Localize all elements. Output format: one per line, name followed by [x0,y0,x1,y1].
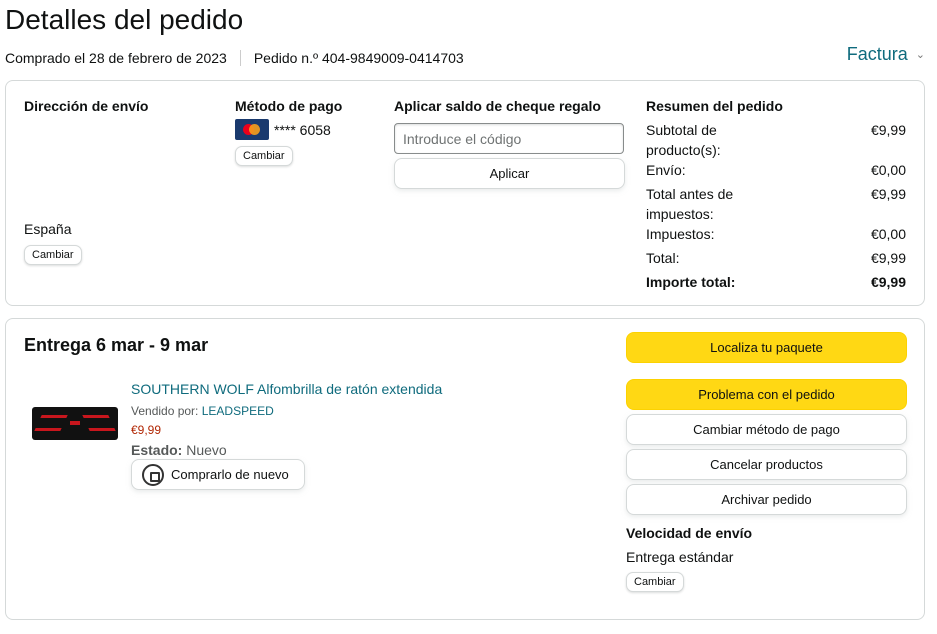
summary-label: Total: [646,250,680,266]
card-digits: **** 6058 [274,121,331,138]
shipping-speed-value: Entrega estándar [626,549,734,565]
archive-order-button[interactable]: Archivar pedido [626,484,907,515]
change-payment-method-button[interactable]: Cambiar método de pago [626,414,907,445]
summary-value: €9,99 [870,122,906,138]
cancel-items-button[interactable]: Cancelar productos [626,449,907,480]
gift-code-input[interactable] [394,123,624,154]
track-package-button[interactable]: Localiza tu paquete [626,332,907,363]
invoice-dropdown[interactable]: Factura ⌄ [847,44,925,65]
change-speed-button[interactable]: Cambiar [626,572,684,592]
payment-header: Método de pago [235,98,343,114]
product-image[interactable] [32,407,118,440]
summary-value: €9,99 [870,274,906,290]
summary-row: Total antes de impuestos: €9,99 [646,184,906,224]
condition-value: Nuevo [186,442,227,458]
order-problem-button[interactable]: Problema con el pedido [626,379,907,410]
shipping-country: España [24,221,72,237]
shipping-header: Dirección de envío [24,98,149,114]
summary-header: Resumen del pedido [646,98,783,114]
divider [239,50,241,66]
change-payment-button[interactable]: Cambiar [235,146,293,166]
summary-value: €0,00 [870,162,906,178]
order-number: Pedido n.º 404-9849009-0414703 [253,50,464,66]
seller-link[interactable]: LEADSPEED [202,404,274,418]
summary-label: Envío: [646,162,686,178]
summary-label: Subtotal de producto(s): [646,122,721,158]
summary-row: Envío: €0,00 [646,160,906,180]
delivery-title: Entrega 6 mar - 9 mar [24,335,209,355]
chevron-down-icon: ⌄ [915,49,925,61]
summary-total-row: Importe total: €9,99 [646,272,906,292]
order-info-card: Dirección de envío España Cambiar Método… [5,80,925,306]
summary-row: Total: €9,99 [646,248,906,268]
product-condition: Estado: Nuevo [131,442,227,458]
buy-again-button[interactable]: Comprarlo de nuevo [131,459,305,490]
invoice-label: Factura [846,44,908,64]
mastercard-icon [235,119,269,140]
seller-line: Vendido por: LEADSPEED [131,404,274,418]
payment-card: **** 6058 [235,119,331,140]
summary-label: Impuestos: [646,226,715,242]
delivery-card: Entrega 6 mar - 9 mar SOUTHERN WOLF Alfo… [5,318,925,620]
summary-row: Subtotal de producto(s): €9,99 [646,120,906,160]
summary-value: €9,99 [870,186,906,202]
product-link[interactable]: SOUTHERN WOLF Alfombrilla de ratón exten… [131,381,442,397]
summary-label: Importe total: [646,274,736,290]
buy-again-icon [142,463,164,486]
apply-button[interactable]: Aplicar [394,158,625,189]
gift-header: Aplicar saldo de cheque regalo [394,98,601,114]
page-title: Detalles del pedido [5,4,244,35]
purchase-date: Comprado el 28 de febrero de 2023 [5,50,227,66]
summary-label: Total antes de impuestos: [646,186,734,222]
sold-by-label: Vendido por: [131,404,199,418]
shipping-speed-header: Velocidad de envío [626,525,753,541]
order-meta: Comprado el 28 de febrero de 2023 Pedido… [5,50,464,66]
summary-row: Impuestos: €0,00 [646,224,906,244]
summary-value: €0,00 [870,226,906,242]
buy-again-label: Comprarlo de nuevo [171,467,289,482]
change-address-button[interactable]: Cambiar [24,245,82,265]
condition-label: Estado: [131,442,183,458]
product-price: €9,99 [131,423,162,437]
summary-value: €9,99 [870,250,906,266]
